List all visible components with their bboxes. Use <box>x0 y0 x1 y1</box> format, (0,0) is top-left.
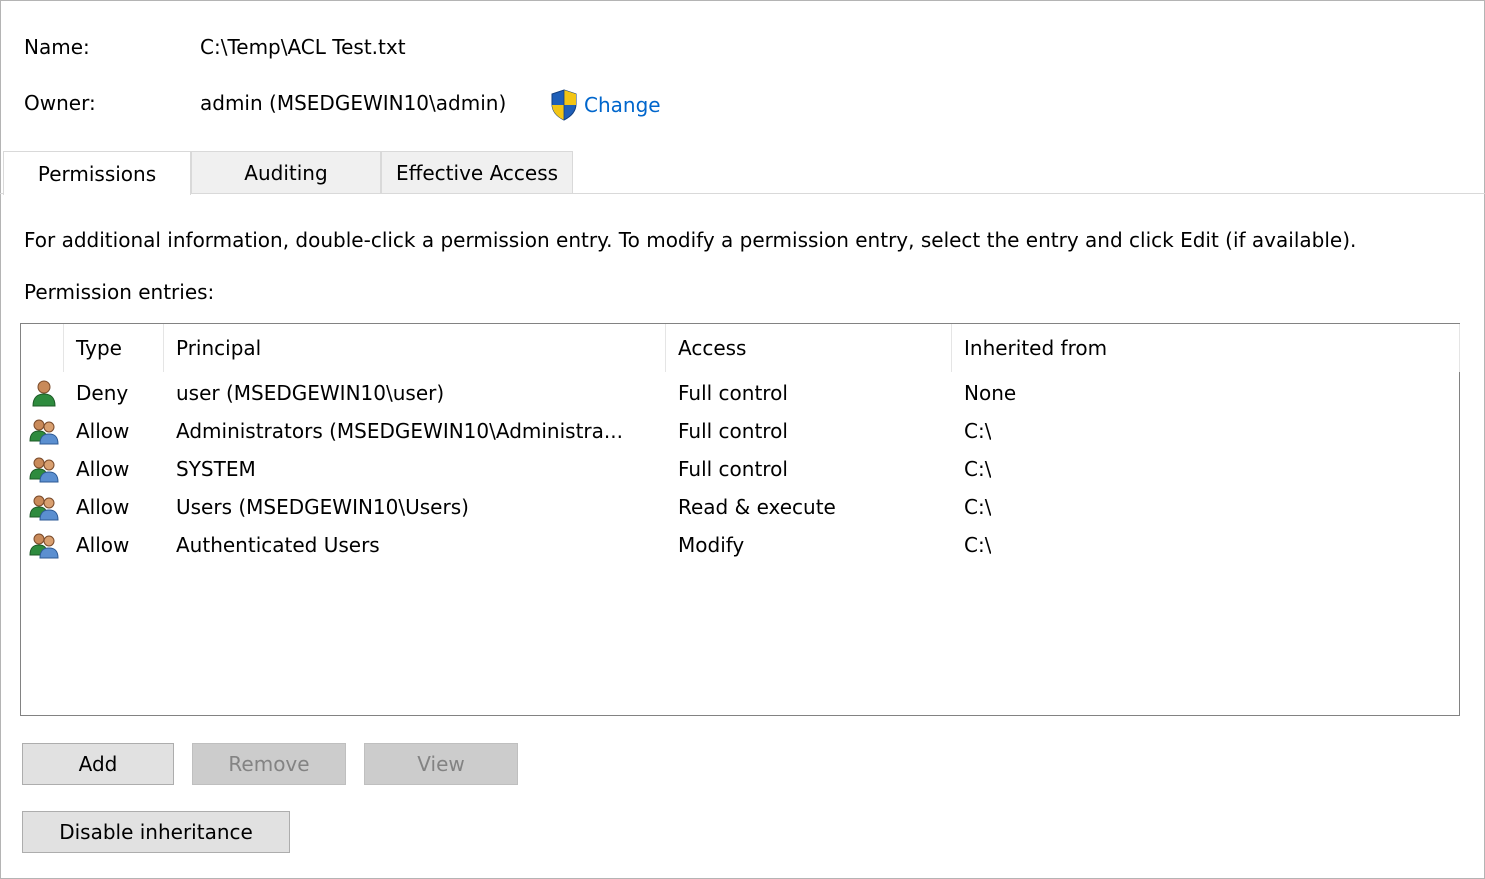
table-row[interactable]: Allow Users (MSEDGEWIN10\Users) Read & e… <box>21 488 1459 526</box>
cell-type: Allow <box>76 419 130 443</box>
cell-access: Modify <box>678 533 745 557</box>
list-header: Type Principal Access Inherited from <box>21 324 1460 372</box>
name-label: Name: <box>24 35 90 59</box>
cell-principal: Authenticated Users <box>176 533 380 557</box>
add-button[interactable]: Add <box>22 743 174 785</box>
cell-type: Allow <box>76 495 130 519</box>
cell-access: Full control <box>678 419 788 443</box>
tab-effective-access-label: Effective Access <box>395 160 559 185</box>
view-button[interactable]: View <box>364 743 518 785</box>
tab-permissions-label: Permissions <box>37 161 157 186</box>
column-header-inherited-from[interactable]: Inherited from <box>952 324 1460 372</box>
table-row[interactable]: Allow Administrators (MSEDGEWIN10\Admini… <box>21 412 1459 450</box>
cell-inherited: C:\ <box>964 457 992 481</box>
table-row[interactable]: Allow SYSTEM Full control C:\ <box>21 450 1459 488</box>
owner-label: Owner: <box>24 91 96 115</box>
info-text: For additional information, double-click… <box>24 228 1357 252</box>
column-header-access[interactable]: Access <box>666 324 952 372</box>
cell-inherited: None <box>964 381 1017 405</box>
tab-strip-line <box>0 193 1485 194</box>
user-group-icon <box>29 457 59 483</box>
cell-inherited: C:\ <box>964 419 992 443</box>
table-row[interactable]: Allow Authenticated Users Modify C:\ <box>21 526 1459 564</box>
cell-inherited: C:\ <box>964 533 992 557</box>
user-group-icon <box>29 419 59 445</box>
cell-access: Read & execute <box>678 495 836 519</box>
tab-permissions[interactable]: Permissions <box>3 151 191 195</box>
uac-shield-icon <box>551 89 577 121</box>
cell-type: Allow <box>76 533 130 557</box>
permission-entries-list[interactable]: Type Principal Access Inherited from Den… <box>20 323 1460 716</box>
change-owner-link[interactable]: Change <box>550 88 661 122</box>
cell-inherited: C:\ <box>964 495 992 519</box>
disable-inheritance-button[interactable]: Disable inheritance <box>22 811 290 853</box>
cell-type: Allow <box>76 457 130 481</box>
column-header-icon[interactable] <box>21 324 64 372</box>
cell-principal: user (MSEDGEWIN10\user) <box>176 381 445 405</box>
tab-auditing-label: Auditing <box>244 160 328 185</box>
column-header-type[interactable]: Type <box>64 324 164 372</box>
remove-button[interactable]: Remove <box>192 743 346 785</box>
owner-value: admin (MSEDGEWIN10\admin) <box>200 91 507 115</box>
cell-principal: Administrators (MSEDGEWIN10\Administra..… <box>176 419 623 443</box>
change-link-text[interactable]: Change <box>584 93 661 117</box>
table-row[interactable]: Deny user (MSEDGEWIN10\user) Full contro… <box>21 374 1459 412</box>
cell-principal: SYSTEM <box>176 457 256 481</box>
tab-auditing[interactable]: Auditing <box>191 151 381 193</box>
cell-type: Deny <box>76 381 129 405</box>
cell-access: Full control <box>678 381 788 405</box>
name-value: C:\Temp\ACL Test.txt <box>200 35 406 59</box>
user-group-icon <box>29 533 59 559</box>
cell-principal: Users (MSEDGEWIN10\Users) <box>176 495 469 519</box>
tab-effective-access[interactable]: Effective Access <box>381 151 573 193</box>
single-user-icon <box>32 380 56 407</box>
cell-access: Full control <box>678 457 788 481</box>
user-group-icon <box>29 495 59 521</box>
permission-entries-label: Permission entries: <box>24 280 215 304</box>
column-header-principal[interactable]: Principal <box>164 324 666 372</box>
